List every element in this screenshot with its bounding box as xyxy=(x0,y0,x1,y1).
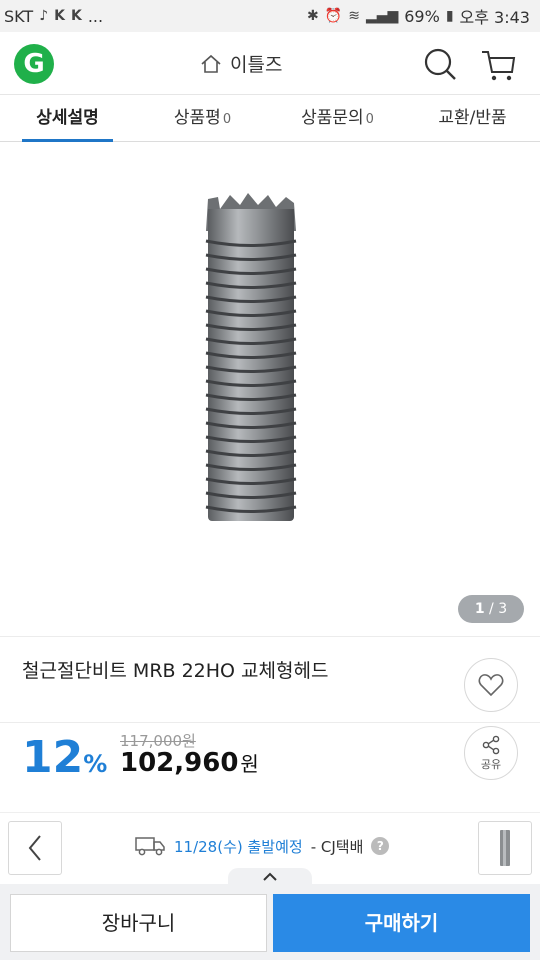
tab-description[interactable]: 상세설명 xyxy=(0,95,135,142)
truck-icon xyxy=(135,837,165,856)
previous-button[interactable] xyxy=(8,821,62,875)
home-icon xyxy=(201,54,221,73)
chevron-left-icon xyxy=(28,835,41,861)
status-bar: SKT ♪ K K ... ✱ ⏰ ≋ ▂▄▆ 69% ▮ 오후 3:43 xyxy=(0,0,540,32)
alarm-icon: ⏰ xyxy=(324,8,343,24)
tab-exchange-return-label: 교환/반품 xyxy=(438,108,507,128)
tab-questions[interactable]: 상품문의 0 xyxy=(270,95,405,141)
share-icon xyxy=(482,735,500,754)
k-app-icon-2: K xyxy=(70,8,82,24)
expand-options-button[interactable] xyxy=(228,868,312,886)
k-app-icon: K xyxy=(54,8,65,24)
chevron-up-icon xyxy=(263,872,277,881)
search-icon xyxy=(424,48,456,80)
discount-unit: % xyxy=(83,750,108,778)
sale-price: 102,960 원 xyxy=(120,748,259,778)
pager-current: 1 xyxy=(474,601,485,617)
image-pager: 1 / 3 xyxy=(458,595,524,623)
shipping-info: 11/28(수) 출발예정 - CJ택배 ? xyxy=(134,835,390,857)
battery-percent: 69% xyxy=(404,6,440,26)
store-home-link[interactable]: 이틀즈 xyxy=(200,50,282,77)
carrier-label: SKT xyxy=(4,6,34,26)
detail-tabs: 상세설명 상품평 0 상품문의 0 교환/반품 xyxy=(0,94,540,142)
divider xyxy=(0,722,540,723)
product-title: 철근절단비트 MRB 22HO 교체형헤드 xyxy=(22,660,329,682)
music-note-icon: ♪ xyxy=(39,8,49,24)
tab-reviews-label: 상품평 xyxy=(173,108,221,128)
pager-total: 3 xyxy=(498,601,508,617)
thumbnail-button[interactable] xyxy=(478,821,532,875)
shipping-carrier: - CJ택배 xyxy=(310,837,364,856)
heart-icon xyxy=(478,674,504,697)
discount-value: 12 xyxy=(22,732,84,783)
sale-price-unit: 원 xyxy=(240,752,259,776)
sale-price-value: 102,960 xyxy=(120,748,239,778)
cart-button[interactable] xyxy=(478,44,518,84)
product-page: SKT ♪ K K ... ✱ ⏰ ≋ ▂▄▆ 69% ▮ 오후 3:43 G … xyxy=(0,0,540,960)
wifi-icon: ≋ xyxy=(348,8,360,24)
pager-separator: / xyxy=(489,601,494,617)
bluetooth-icon: ✱ xyxy=(307,8,319,24)
search-button[interactable] xyxy=(420,44,460,84)
buy-now-button[interactable]: 구매하기 xyxy=(273,894,530,952)
share-button[interactable]: 공유 xyxy=(464,726,518,780)
tab-questions-count: 0 xyxy=(365,112,374,127)
cart-icon xyxy=(482,51,516,81)
share-label: 공유 xyxy=(480,757,502,771)
tab-description-label: 상세설명 xyxy=(36,108,99,128)
gmarket-logo[interactable]: G xyxy=(14,44,54,84)
product-thumbnail xyxy=(500,830,510,866)
tab-reviews-count: 0 xyxy=(222,112,232,127)
store-name: 이틀즈 xyxy=(230,54,283,76)
wishlist-button[interactable] xyxy=(464,658,518,712)
battery-icon: ▮ xyxy=(445,8,454,24)
tab-exchange-return[interactable]: 교환/반품 xyxy=(405,95,540,141)
tab-reviews[interactable]: 상품평 0 xyxy=(135,95,270,141)
product-image xyxy=(205,193,297,521)
tab-questions-label: 상품문의 xyxy=(301,108,364,128)
divider xyxy=(0,636,540,637)
signal-icon: ▂▄▆ xyxy=(365,8,399,24)
purchase-action-bar: 장바구니 구매하기 xyxy=(0,868,540,960)
product-image-gallery[interactable]: 1 / 3 xyxy=(0,143,540,635)
clock: 오후 3:43 xyxy=(459,8,530,27)
app-header: G 이틀즈 xyxy=(0,32,540,94)
more-notifications: ... xyxy=(87,6,104,26)
shipping-date: 11/28(수) 출발예정 xyxy=(174,837,303,856)
discount-rate: 12% xyxy=(22,730,107,792)
help-icon[interactable]: ? xyxy=(371,837,390,855)
add-to-cart-button[interactable]: 장바구니 xyxy=(10,894,267,952)
